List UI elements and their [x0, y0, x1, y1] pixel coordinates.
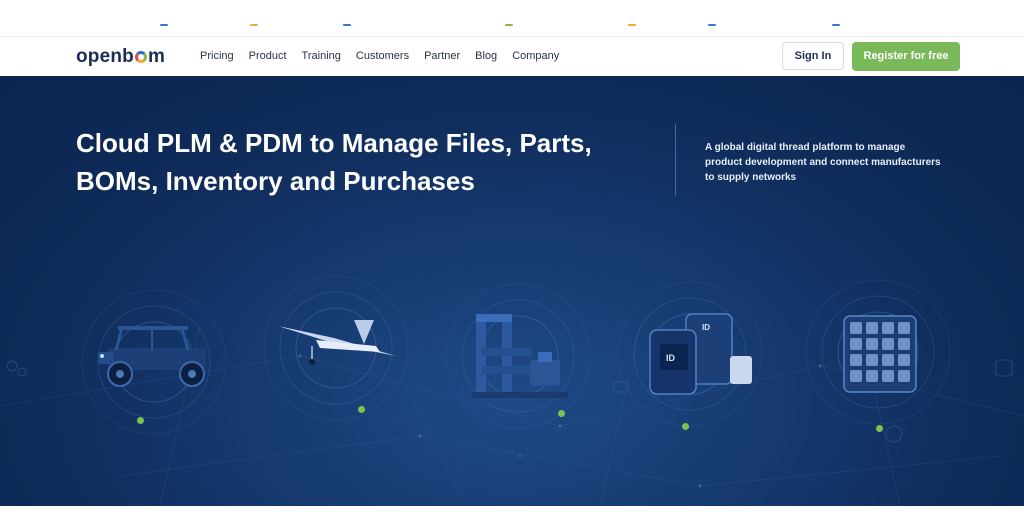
hero-section: ID ID Cloud PLM & PDM to Manage Files, P… [0, 76, 1024, 506]
top-strip [0, 0, 1024, 36]
top-navigation: openb m Pricing Product Training Customer… [0, 36, 1024, 77]
electronic-devices-icon: ID ID [649, 313, 752, 395]
logo-o-icon [135, 51, 147, 63]
hero-headline: Cloud PLM & PDM to Manage Files, Parts, … [76, 124, 656, 200]
industrial-machine-icon [472, 314, 568, 398]
headline-line: BOMs, Inventory and Purchases [76, 166, 475, 196]
headline-line: Cloud PLM & PDM to Manage Files, Parts, [76, 128, 592, 158]
decor-dash [505, 24, 513, 26]
decor-dash [250, 24, 258, 26]
decor-dash [832, 24, 840, 26]
subtext-line: to supply networks [705, 172, 797, 183]
subtext-line: product development and connect manufact… [705, 157, 941, 168]
nav-training[interactable]: Training [302, 50, 341, 62]
main-menu: Pricing Product Training Customers Partn… [200, 50, 574, 62]
svg-text:ID: ID [702, 323, 710, 332]
register-button[interactable]: Register for free [852, 42, 960, 71]
carousel-dot[interactable] [876, 425, 883, 432]
hero-divider [675, 124, 676, 196]
nav-company[interactable]: Company [512, 50, 559, 62]
decor-dash [628, 24, 636, 26]
decor-dash [708, 24, 716, 26]
utility-vehicle-icon [98, 326, 206, 387]
carousel-dot[interactable] [358, 406, 365, 413]
nav-product[interactable]: Product [249, 50, 287, 62]
hero-subtext: A global digital thread platform to mana… [705, 140, 970, 185]
nav-pricing[interactable]: Pricing [200, 50, 234, 62]
sign-in-button[interactable]: Sign In [782, 42, 844, 70]
nav-partner[interactable]: Partner [424, 50, 460, 62]
decor-dash [343, 24, 351, 26]
drone-aircraft-icon [278, 320, 396, 365]
nav-customers[interactable]: Customers [356, 50, 409, 62]
page-bottom-edge [0, 506, 1024, 512]
subtext-line: A global digital thread platform to mana… [705, 142, 906, 153]
carousel-dot[interactable] [682, 423, 689, 430]
carousel-dot[interactable] [137, 417, 144, 424]
openbom-logo[interactable]: openb m [76, 46, 165, 68]
parts-tray-icon [843, 315, 917, 393]
nav-blog[interactable]: Blog [475, 50, 497, 62]
decor-dash [160, 24, 168, 26]
svg-text:ID: ID [666, 353, 676, 363]
carousel-dot[interactable] [558, 410, 565, 417]
